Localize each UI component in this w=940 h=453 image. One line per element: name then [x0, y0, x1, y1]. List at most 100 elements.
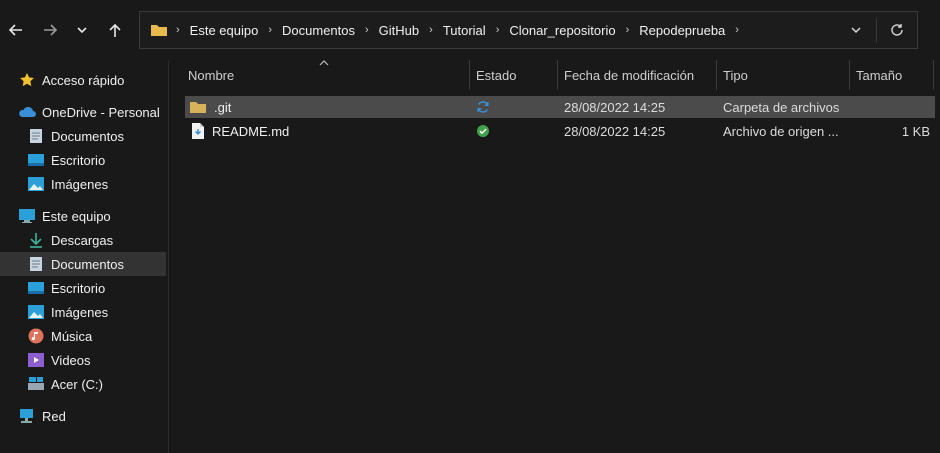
status-cell	[476, 96, 490, 118]
breadcrumb: › Este equipo › Documentos › GitHub › Tu…	[150, 12, 749, 48]
pictures-icon	[27, 303, 45, 321]
breadcrumb-item[interactable]: Tutorial	[443, 23, 486, 38]
sidebar-item-onedrive-imagenes[interactable]: Imágenes	[27, 172, 108, 196]
up-button[interactable]	[99, 10, 131, 50]
sidebar-item-descargas[interactable]: Descargas	[27, 228, 113, 252]
column-header-label: Estado	[476, 67, 517, 83]
navigation-pane: Acceso rápido OneDrive - Personal Docume…	[0, 60, 168, 453]
modified-cell: 28/08/2022 14:25	[564, 96, 665, 118]
address-bar[interactable]: › Este equipo › Documentos › GitHub › Tu…	[139, 11, 918, 49]
column-header-type[interactable]: Tipo	[723, 60, 748, 90]
file-name: .git	[214, 99, 232, 115]
column-header-label: Nombre	[188, 67, 235, 83]
breadcrumb-item[interactable]: Este equipo	[190, 23, 259, 38]
modified-cell: 28/08/2022 14:25	[564, 120, 665, 142]
column-header-modified[interactable]: Fecha de modificación	[564, 60, 694, 90]
status-cell	[476, 120, 490, 142]
sidebar-item-this-pc[interactable]: Este equipo	[18, 204, 111, 228]
column-separator[interactable]	[849, 60, 850, 90]
music-icon	[27, 327, 45, 345]
arrow-up-icon	[109, 23, 121, 37]
sidebar-item-label: Videos	[51, 352, 91, 368]
sidebar-item-label: Música	[51, 328, 93, 344]
star-icon	[18, 71, 36, 89]
sidebar-item-label: Acceso rápido	[42, 72, 125, 88]
desktop-icon	[27, 151, 45, 169]
sidebar-item-label: Este equipo	[42, 208, 111, 224]
cloud-icon	[18, 103, 36, 121]
sidebar-item-label: OneDrive - Personal	[42, 104, 160, 120]
column-separator[interactable]	[469, 60, 470, 90]
back-button[interactable]	[0, 10, 32, 50]
breadcrumb-item[interactable]: Clonar_repositorio	[509, 23, 615, 38]
column-header-label: Tamaño	[856, 67, 903, 83]
type-cell: Carpeta de archivos	[723, 96, 839, 118]
sidebar-item-network[interactable]: Red	[18, 404, 66, 428]
refresh-icon	[891, 24, 903, 36]
document-icon	[27, 127, 45, 145]
drive-icon	[27, 375, 45, 393]
sidebar-item-documentos[interactable]: Documentos	[0, 252, 166, 276]
sidebar-item-label: Imágenes	[51, 304, 109, 320]
forward-button[interactable]	[34, 10, 66, 50]
column-separator[interactable]	[716, 60, 717, 90]
check-circle-icon	[477, 125, 489, 137]
sidebar-item-label: Descargas	[51, 232, 114, 248]
sidebar-item-escritorio[interactable]: Escritorio	[27, 276, 105, 300]
sidebar-item-quick-access[interactable]: Acceso rápido	[18, 68, 124, 92]
sidebar-item-onedrive-documentos[interactable]: Documentos	[27, 124, 124, 148]
document-icon	[27, 255, 45, 273]
file-size: 1 KB	[901, 123, 930, 139]
column-header-status[interactable]: Estado	[476, 60, 516, 90]
sidebar-item-label: Acer (C:)	[51, 376, 103, 392]
folder-icon	[151, 25, 167, 36]
modified-date: 28/08/2022 14:25	[564, 123, 666, 139]
breadcrumb-item[interactable]: Repodeprueba	[639, 23, 725, 38]
table-row[interactable]: README.md 28/08/2022 14:25 Archivo de or…	[185, 120, 935, 142]
sidebar-item-onedrive-escritorio[interactable]: Escritorio	[27, 148, 105, 172]
column-separator[interactable]	[557, 60, 558, 90]
network-icon	[18, 407, 36, 425]
column-header-label: Tipo	[723, 67, 748, 83]
breadcrumb-item[interactable]: GitHub	[379, 23, 419, 38]
download-icon	[27, 231, 45, 249]
sidebar-item-label: Red	[42, 408, 66, 424]
computer-icon	[18, 207, 36, 225]
file-type: Carpeta de archivos	[723, 99, 840, 115]
sidebar-item-label: Escritorio	[51, 152, 106, 168]
navigation-bar: › Este equipo › Documentos › GitHub › Tu…	[0, 0, 940, 60]
sidebar-item-label: Documentos	[51, 256, 124, 272]
name-cell: .git	[189, 96, 231, 118]
file-type: Archivo de origen ...	[723, 123, 839, 139]
column-header-name[interactable]: Nombre	[188, 60, 234, 90]
sidebar-item-videos[interactable]: Videos	[27, 348, 91, 372]
refresh-button[interactable]	[877, 12, 917, 48]
sort-ascending-icon	[319, 58, 329, 69]
breadcrumb-item[interactable]: Documentos	[282, 23, 355, 38]
column-header-label: Fecha de modificación	[564, 67, 695, 83]
sidebar-item-onedrive[interactable]: OneDrive - Personal	[18, 100, 160, 124]
address-history-button[interactable]	[836, 12, 876, 48]
sync-icon	[477, 101, 489, 113]
arrow-right-icon	[44, 24, 58, 36]
recent-locations-button[interactable]	[66, 10, 98, 50]
file-name: README.md	[212, 123, 290, 139]
size-cell	[856, 96, 930, 118]
markdown-file-icon	[192, 123, 204, 139]
size-cell: 1 KB	[856, 120, 930, 142]
type-cell: Archivo de origen ...	[723, 120, 839, 142]
table-row[interactable]: .git 28/08/2022 14:25 Carpeta de archivo…	[185, 96, 935, 118]
sidebar-item-musica[interactable]: Música	[27, 324, 92, 348]
pictures-icon	[27, 175, 45, 193]
column-header-size[interactable]: Tamaño	[856, 60, 902, 90]
sidebar-item-label: Imágenes	[51, 176, 109, 192]
column-separator[interactable]	[933, 60, 934, 90]
sidebar-item-label: Documentos	[51, 128, 124, 144]
video-icon	[27, 351, 45, 369]
sidebar-item-drive-c[interactable]: Acer (C:)	[27, 372, 103, 396]
sidebar-item-imagenes[interactable]: Imágenes	[27, 300, 108, 324]
modified-date: 28/08/2022 14:25	[564, 99, 666, 115]
desktop-icon	[27, 279, 45, 297]
chevron-down-icon	[851, 27, 861, 34]
chevron-down-icon	[77, 27, 87, 34]
